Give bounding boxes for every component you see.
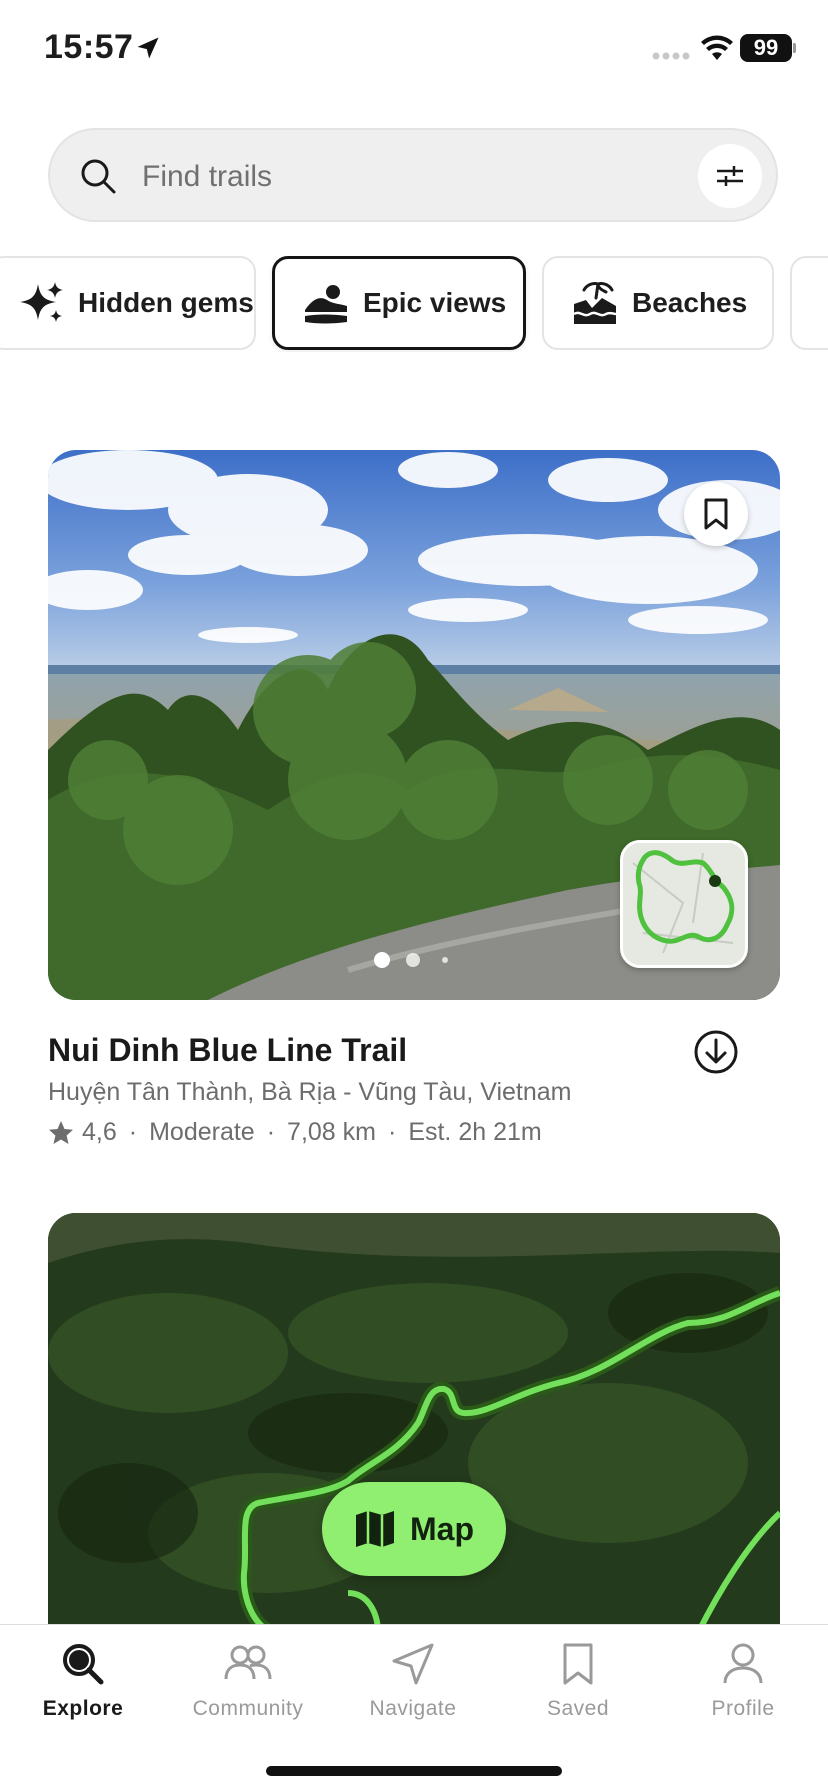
tab-community[interactable]: Community bbox=[165, 1641, 331, 1741]
status-bar: 15:57 99 bbox=[0, 0, 828, 100]
chip-epic-views[interactable]: Epic views bbox=[272, 256, 526, 350]
search-bar[interactable] bbox=[48, 128, 778, 222]
chip-label: Epic views bbox=[363, 287, 507, 318]
profile-icon bbox=[723, 1643, 763, 1684]
battery-indicator: 99 bbox=[740, 34, 792, 62]
trail-rating: 4,6 bbox=[82, 1118, 117, 1146]
trail-est-time: Est. 2h 21m bbox=[408, 1118, 542, 1146]
filter-button[interactable] bbox=[698, 144, 762, 208]
route-map-preview bbox=[623, 843, 745, 965]
save-trail-button[interactable] bbox=[684, 482, 748, 546]
chip-hidden-gems[interactable]: Hidden gems bbox=[0, 256, 256, 350]
sparkles-icon bbox=[20, 282, 63, 322]
map-button[interactable]: Map bbox=[322, 1482, 506, 1576]
star-icon bbox=[49, 1120, 73, 1144]
search-input[interactable] bbox=[142, 150, 602, 204]
trail-difficulty: Moderate bbox=[149, 1118, 255, 1146]
beach-icon bbox=[573, 282, 617, 324]
tab-profile[interactable]: Profile bbox=[660, 1641, 826, 1741]
filter-sliders-icon bbox=[717, 166, 743, 186]
tab-label: Profile bbox=[711, 1697, 775, 1720]
chip-label: Hidden gems bbox=[78, 287, 254, 318]
meta-separator: · bbox=[128, 1118, 138, 1146]
location-arrow-icon bbox=[137, 37, 159, 59]
pager-dot-active bbox=[374, 952, 390, 968]
wifi-icon bbox=[701, 35, 733, 60]
tab-label: Community bbox=[192, 1697, 304, 1720]
trail-meta: 4,6 · Moderate · 7,08 km · Est. 2h 21m bbox=[48, 1118, 542, 1147]
chip-beaches[interactable]: Beaches bbox=[542, 256, 774, 350]
meta-separator: · bbox=[266, 1118, 276, 1146]
download-icon[interactable] bbox=[692, 1028, 740, 1076]
meta-separator: · bbox=[387, 1118, 397, 1146]
battery-tip bbox=[793, 43, 796, 53]
route-map-thumbnail[interactable] bbox=[620, 840, 748, 968]
trail-distance: 7,08 km bbox=[287, 1118, 376, 1146]
chip-label: Beaches bbox=[632, 287, 748, 318]
tab-explore[interactable]: Explore bbox=[0, 1641, 166, 1741]
saved-bookmark-icon bbox=[563, 1643, 593, 1685]
bookmark-icon bbox=[704, 498, 728, 530]
category-chips: Hidden gems Epic views Beaches bbox=[0, 256, 828, 352]
trail-location: Huyện Tân Thành, Bà Rịa - Vũng Tàu, Viet… bbox=[48, 1078, 572, 1106]
pager-dot bbox=[442, 957, 448, 963]
tab-navigate[interactable]: Navigate bbox=[330, 1641, 496, 1741]
pager-dot bbox=[406, 953, 420, 967]
photo-pager[interactable] bbox=[372, 950, 452, 970]
tab-saved[interactable]: Saved bbox=[495, 1641, 661, 1741]
chip-more-icon bbox=[820, 280, 828, 326]
tab-label: Saved bbox=[546, 1697, 610, 1720]
map-button-label: Map bbox=[410, 1510, 474, 1547]
chip-more[interactable] bbox=[790, 256, 828, 350]
navigate-arrow-icon bbox=[392, 1643, 434, 1685]
community-icon bbox=[224, 1645, 272, 1680]
map-icon bbox=[356, 1511, 394, 1547]
trail-title[interactable]: Nui Dinh Blue Line Trail bbox=[48, 1032, 407, 1069]
explore-search-icon bbox=[63, 1644, 104, 1685]
cellular-signal-icon bbox=[652, 52, 690, 60]
home-indicator[interactable] bbox=[266, 1766, 562, 1776]
tab-label: Navigate bbox=[369, 1697, 457, 1720]
mountain-view-icon bbox=[305, 285, 347, 324]
tab-label: Explore bbox=[42, 1697, 124, 1720]
search-icon bbox=[81, 159, 116, 194]
status-time: 15:57 bbox=[44, 28, 134, 66]
